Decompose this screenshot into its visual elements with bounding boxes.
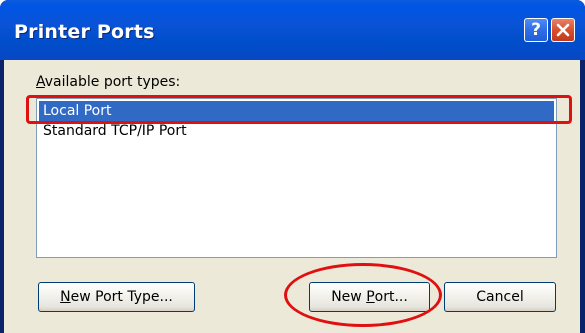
list-item-local-port[interactable]: Local Port xyxy=(39,101,554,121)
new-port-accelerator: P xyxy=(366,289,375,305)
title-bar[interactable]: Printer Ports ? xyxy=(0,0,585,60)
new-port-label-prefix: New xyxy=(331,289,367,305)
new-port-type-label: ew Port Type... xyxy=(70,289,173,305)
printer-ports-dialog: Printer Ports ? Available port types: Lo… xyxy=(0,0,585,333)
available-port-types-label: Available port types: xyxy=(36,74,180,90)
help-button[interactable]: ? xyxy=(524,18,548,42)
window-title: Printer Ports xyxy=(14,21,155,43)
close-button[interactable] xyxy=(551,18,575,42)
new-port-button[interactable]: New Port... xyxy=(309,282,430,312)
cancel-button[interactable]: Cancel xyxy=(444,282,556,312)
new-port-type-button[interactable]: New Port Type... xyxy=(38,282,195,312)
list-item-standard-tcpip-port[interactable]: Standard TCP/IP Port xyxy=(39,121,554,141)
label-text: vailable port types: xyxy=(44,74,181,90)
close-icon xyxy=(556,23,570,37)
new-port-label-rest: ort... xyxy=(374,289,408,305)
port-types-listbox[interactable]: Local Port Standard TCP/IP Port xyxy=(36,98,557,258)
new-port-type-accelerator: N xyxy=(60,289,71,305)
label-accelerator: A xyxy=(36,74,45,90)
help-icon: ? xyxy=(531,19,541,40)
dialog-body: Available port types: Local Port Standar… xyxy=(4,60,580,333)
